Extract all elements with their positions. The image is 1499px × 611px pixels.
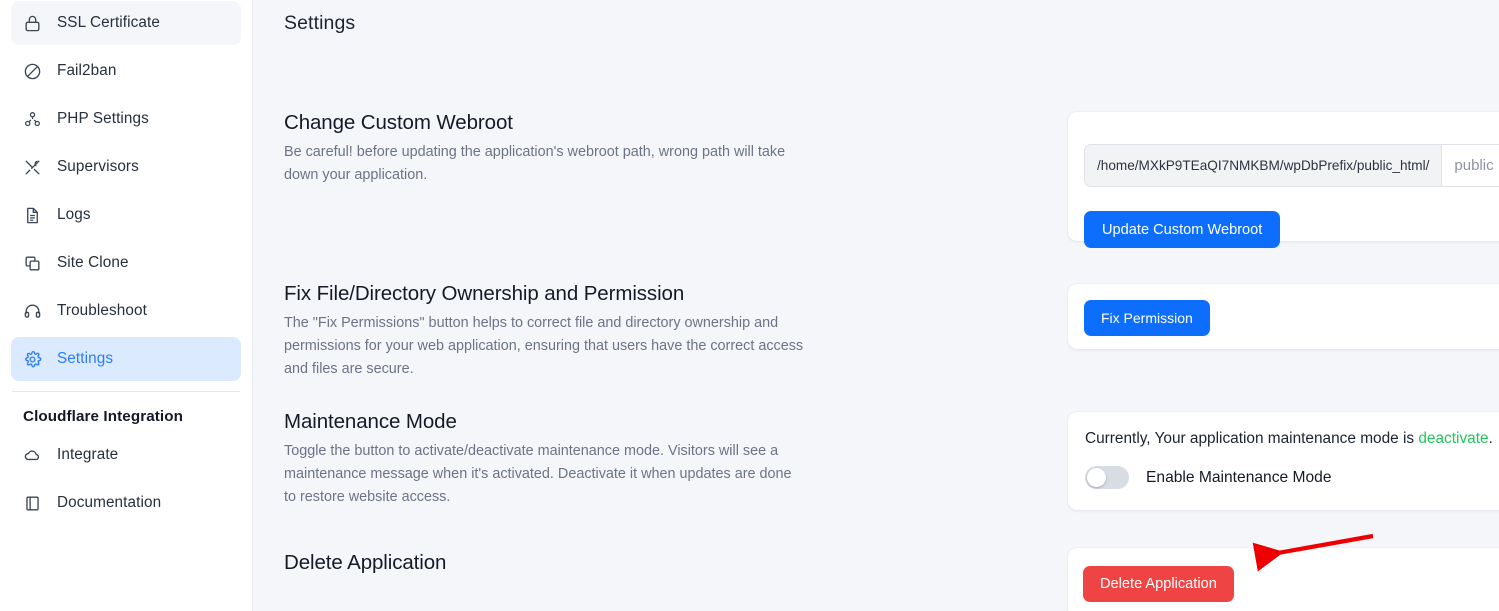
section-description: Be careful! before updating the applicat… xyxy=(284,144,786,183)
delete-application-card: Delete Application xyxy=(1068,548,1499,611)
section-description: The "Fix Permissions" button helps to co… xyxy=(284,315,804,377)
sidebar-item-label: Supervisors xyxy=(57,158,139,175)
maintenance-toggle-row: Enable Maintenance Mode xyxy=(1085,466,1332,489)
toggle-label: Enable Maintenance Mode xyxy=(1146,468,1332,486)
headset-icon xyxy=(23,302,42,321)
sidebar-item-label: Settings xyxy=(57,350,114,367)
lock-icon xyxy=(23,14,42,33)
section-title: Fix File/Directory Ownership and Permiss… xyxy=(284,282,685,305)
sidebar-item-fail2ban[interactable]: Fail2ban xyxy=(11,49,241,93)
maintenance-status-suffix: . xyxy=(1488,430,1493,447)
sidebar: SSL Certificate Fail2ban PHP Settings Su… xyxy=(0,0,253,611)
sidebar-item-label: PHP Settings xyxy=(57,110,149,127)
delete-application-button[interactable]: Delete Application xyxy=(1083,566,1234,602)
sidebar-item-integrate[interactable]: Integrate xyxy=(11,433,241,477)
settings-page: SSL Certificate Fail2ban PHP Settings Su… xyxy=(0,0,1499,611)
webroot-path-prefix: /home/MXkP9TEaQI7NMKBM/wpDbPrefix/public… xyxy=(1084,144,1442,187)
sidebar-section-heading: Cloudflare Integration xyxy=(23,408,183,425)
copy-icon xyxy=(23,254,42,273)
cloud-icon xyxy=(23,446,42,465)
sidebar-item-ssl-certificate[interactable]: SSL Certificate xyxy=(11,1,241,45)
sidebar-item-label: SSL Certificate xyxy=(57,14,160,31)
sidebar-item-label: Logs xyxy=(57,206,91,223)
sidebar-item-php-settings[interactable]: PHP Settings xyxy=(11,97,241,141)
section-title: Maintenance Mode xyxy=(284,410,457,433)
tools-icon xyxy=(23,158,42,177)
sidebar-item-logs[interactable]: Logs xyxy=(11,193,241,237)
webroot-input-group: /home/MXkP9TEaQI7NMKBM/wpDbPrefix/public… xyxy=(1084,144,1499,187)
book-icon xyxy=(23,494,42,513)
main-content: Settings Change Custom Webroot Be carefu… xyxy=(253,0,1499,611)
sidebar-item-supervisors[interactable]: Supervisors xyxy=(11,145,241,189)
maintenance-status-text: Currently, Your application maintenance … xyxy=(1085,430,1493,448)
sidebar-item-label: Integrate xyxy=(57,446,119,463)
sidebar-item-documentation[interactable]: Documentation xyxy=(11,481,241,525)
sidebar-item-label: Troubleshoot xyxy=(57,302,147,319)
section-title: Delete Application xyxy=(284,551,447,574)
page-title: Settings xyxy=(284,12,356,34)
sidebar-item-troubleshoot[interactable]: Troubleshoot xyxy=(11,289,241,333)
webroot-card: /home/MXkP9TEaQI7NMKBM/wpDbPrefix/public… xyxy=(1068,112,1499,248)
section-title: Change Custom Webroot xyxy=(284,111,513,134)
sidebar-item-label: Fail2ban xyxy=(57,62,117,79)
update-custom-webroot-button[interactable]: Update Custom Webroot xyxy=(1084,211,1281,248)
webroot-input[interactable]: public xyxy=(1441,144,1499,187)
toggle-knob xyxy=(1087,468,1106,487)
fix-permission-button[interactable]: Fix Permission xyxy=(1084,300,1210,336)
ban-icon xyxy=(23,62,42,81)
fix-permission-card: Fix Permission xyxy=(1068,284,1499,349)
section-description: Toggle the button to activate/deactivate… xyxy=(284,443,792,505)
sidebar-item-label: Site Clone xyxy=(57,254,129,271)
nodes-icon xyxy=(23,110,42,129)
maintenance-status-value: deactivate xyxy=(1418,430,1489,447)
sidebar-item-label: Documentation xyxy=(57,494,162,511)
maintenance-status-prefix: Currently, Your application maintenance … xyxy=(1085,430,1419,447)
sidebar-item-site-clone[interactable]: Site Clone xyxy=(11,241,241,285)
document-icon xyxy=(23,206,42,225)
gear-icon xyxy=(23,350,42,369)
sidebar-item-settings[interactable]: Settings xyxy=(11,337,241,381)
maintenance-card: Currently, Your application maintenance … xyxy=(1068,412,1499,510)
enable-maintenance-mode-toggle[interactable] xyxy=(1085,466,1129,489)
